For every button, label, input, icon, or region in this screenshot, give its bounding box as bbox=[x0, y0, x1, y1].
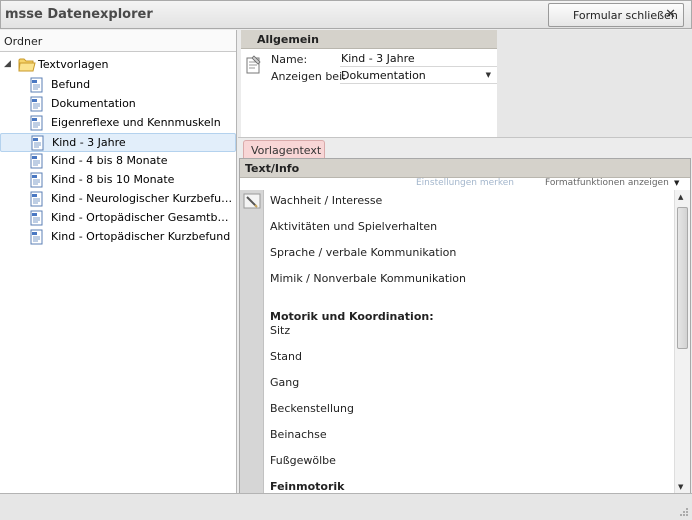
tab-vorlagentext[interactable]: Vorlagentext bbox=[243, 140, 325, 158]
folder-panel: Ordner ◢ Textvorlagen Befund Dokumentatio… bbox=[0, 30, 237, 493]
tree-item-label: Kind - 3 Jahre bbox=[52, 136, 126, 149]
app-title: msse Datenexplorer bbox=[5, 7, 153, 22]
text-line: Aktivitäten und Spielverhalten bbox=[270, 220, 438, 233]
template-doc-icon bbox=[30, 191, 43, 207]
text-line: Fußgewölbe bbox=[270, 454, 336, 467]
vertical-scrollbar[interactable]: ▲ ▼ bbox=[674, 190, 690, 493]
tree-item[interactable]: Dokumentation bbox=[0, 95, 236, 114]
tree-item-label: Kind - Ortopädischer Gesamtbefund bbox=[51, 211, 233, 224]
tree-item[interactable]: Eigenreflexe und Kennmuskeln bbox=[0, 114, 236, 133]
template-text-editor[interactable]: Wachheit / Interesse Aktivitäten und Spie… bbox=[265, 190, 674, 493]
tree-item[interactable]: Kind - Ortopädischer Kurzbefund bbox=[0, 228, 236, 247]
name-field[interactable]: Kind - 3 Jahre bbox=[340, 51, 497, 67]
tab-label: Vorlagentext bbox=[251, 144, 322, 157]
expand-collapse-icon[interactable]: ◢ bbox=[4, 59, 11, 69]
tree-item[interactable]: Kind - Neurologischer Kurzbefund bbox=[0, 190, 236, 209]
template-doc-icon bbox=[31, 135, 44, 151]
template-doc-icon bbox=[30, 153, 43, 169]
tree-item-label: Kind - 4 bis 8 Monate bbox=[51, 154, 168, 167]
template-doc-icon bbox=[30, 115, 43, 131]
chevron-down-icon[interactable]: ▼ bbox=[486, 71, 491, 79]
chevron-down-icon[interactable]: ▼ bbox=[674, 179, 679, 187]
show-in-label: Anzeigen bei: bbox=[271, 70, 346, 83]
tree-item[interactable]: Kind - 3 Jahre bbox=[0, 133, 236, 152]
folder-panel-header: Ordner bbox=[0, 30, 236, 52]
editor-gutter bbox=[240, 190, 264, 493]
template-doc-icon bbox=[30, 210, 43, 226]
scroll-down-icon[interactable]: ▼ bbox=[678, 483, 683, 491]
scroll-thumb[interactable] bbox=[677, 207, 688, 349]
text-line: Gang bbox=[270, 376, 300, 389]
folder-icon bbox=[18, 58, 36, 72]
text-line: Stand bbox=[270, 350, 302, 363]
show-format-functions-link[interactable]: Formatfunktionen anzeigen bbox=[545, 178, 669, 188]
title-bar: msse Datenexplorer Formular schließen ✕ bbox=[0, 0, 692, 29]
resize-grip-icon[interactable] bbox=[679, 507, 689, 517]
pencil-icon[interactable] bbox=[243, 193, 261, 209]
save-settings-link[interactable]: Einstellungen merken bbox=[416, 178, 514, 188]
text-info-label: Text/Info bbox=[245, 162, 300, 175]
tree-item-label: Kind - 8 bis 10 Monate bbox=[51, 173, 175, 186]
text-line: Beckenstellung bbox=[270, 402, 354, 415]
close-form-label: Formular schließen bbox=[573, 9, 678, 22]
text-line: Mimik / Nonverbale Kommunikation bbox=[270, 272, 466, 285]
empty-area bbox=[497, 30, 692, 137]
tree-item[interactable]: Kind - 8 bis 10 Monate bbox=[0, 171, 236, 190]
name-label: Name: bbox=[271, 53, 308, 66]
text-line: Sitz bbox=[270, 324, 291, 337]
text-line: Feinmotorik bbox=[270, 480, 345, 493]
scroll-up-icon[interactable]: ▲ bbox=[678, 193, 683, 201]
template-doc-icon bbox=[30, 96, 43, 112]
tree-item-label: Dokumentation bbox=[51, 97, 136, 110]
text-panel: Text/Info Einstellungen merken Formatfun… bbox=[239, 158, 691, 494]
detail-area: Allgemein Name: Kind - 3 Jahre Anzeigen … bbox=[238, 30, 692, 494]
show-in-dropdown[interactable]: Dokumentation ▼ bbox=[340, 68, 497, 84]
template-doc-icon bbox=[30, 229, 43, 245]
tree-item-label: Kind - Neurologischer Kurzbefund bbox=[51, 192, 233, 205]
text-toolbar: Einstellungen merken Formatfunktionen an… bbox=[240, 178, 690, 190]
text-line: Wachheit / Interesse bbox=[270, 194, 383, 207]
close-form-button[interactable]: Formular schließen ✕ bbox=[548, 3, 684, 27]
text-info-header: Text/Info bbox=[240, 159, 690, 178]
show-in-value: Dokumentation bbox=[341, 69, 426, 82]
tree-item-label: Kind - Ortopädischer Kurzbefund bbox=[51, 230, 231, 243]
tree-item-label: Befund bbox=[51, 78, 91, 91]
template-doc-icon bbox=[30, 77, 43, 93]
allgemein-header-label: Allgemein bbox=[257, 33, 319, 46]
close-icon: ✕ bbox=[665, 7, 676, 22]
status-bar bbox=[0, 493, 692, 520]
allgemein-section: Name: Kind - 3 Jahre Anzeigen bei: Dokum… bbox=[241, 49, 497, 137]
text-line: Motorik und Koordination: bbox=[270, 310, 434, 323]
form-icon bbox=[246, 55, 261, 74]
template-doc-icon bbox=[30, 172, 43, 188]
text-line: Sprache / verbale Kommunikation bbox=[270, 246, 457, 259]
tree-item[interactable]: Befund bbox=[0, 76, 236, 95]
tree-item-label: Eigenreflexe und Kennmuskeln bbox=[51, 116, 221, 129]
tree-item[interactable]: Kind - 4 bis 8 Monate bbox=[0, 152, 236, 171]
allgemein-section-header: Allgemein bbox=[241, 30, 497, 49]
tree-item[interactable]: Kind - Ortopädischer Gesamtbefund bbox=[0, 209, 236, 228]
tree-root-label: Textvorlagen bbox=[38, 58, 109, 71]
text-line: Beinachse bbox=[270, 428, 327, 441]
divider bbox=[238, 137, 692, 138]
